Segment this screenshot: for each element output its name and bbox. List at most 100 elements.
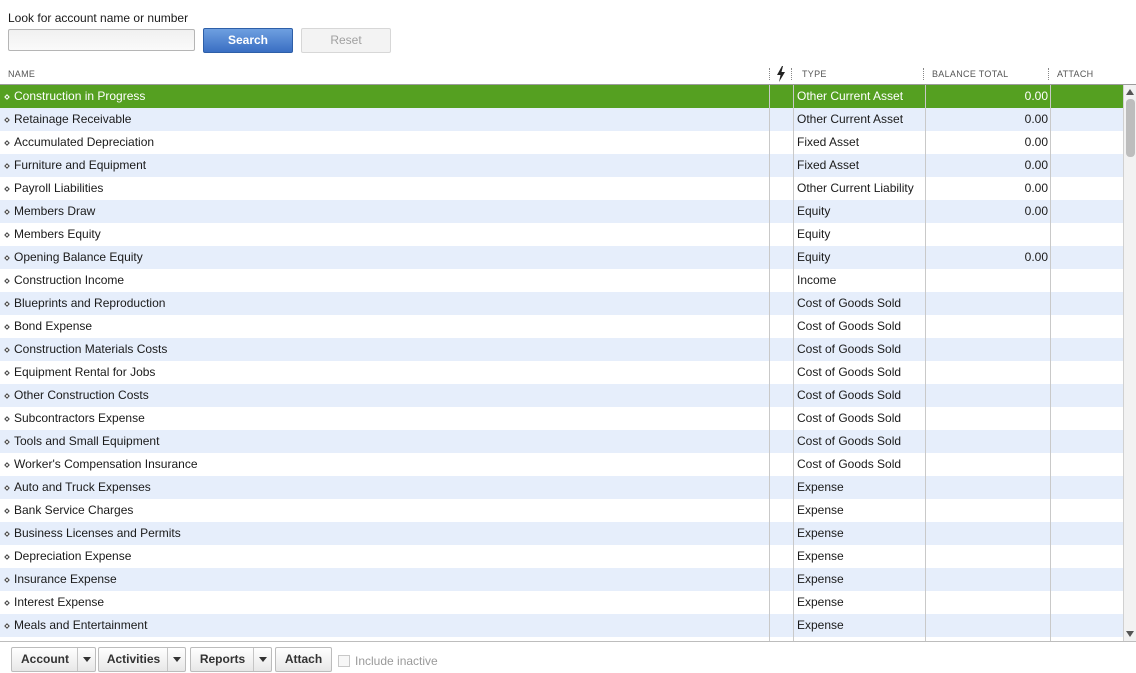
scroll-up-icon[interactable] bbox=[1126, 89, 1134, 95]
diamond-bullet-icon bbox=[4, 347, 10, 353]
table-row[interactable]: Subcontractors Expense Cost of Goods Sold bbox=[0, 407, 1123, 430]
account-balance: 0.00 bbox=[1024, 181, 1048, 195]
table-row[interactable]: Members Equity Equity bbox=[0, 223, 1123, 246]
table-row[interactable]: Interest Expense Expense bbox=[0, 591, 1123, 614]
account-menu-button[interactable]: Account bbox=[11, 647, 96, 672]
account-type: Expense bbox=[797, 480, 844, 494]
account-type: Cost of Goods Sold bbox=[797, 342, 902, 356]
activities-button-label: Activities bbox=[106, 652, 161, 666]
column-separator[interactable] bbox=[1048, 68, 1051, 80]
diamond-bullet-icon bbox=[4, 117, 10, 123]
account-name: Accumulated Depreciation bbox=[14, 135, 155, 149]
diamond-bullet-icon bbox=[4, 600, 10, 606]
chevron-down-icon[interactable] bbox=[167, 648, 185, 671]
table-row[interactable]: Retainage Receivable Other Current Asset 0… bbox=[0, 108, 1123, 131]
chevron-down-icon[interactable] bbox=[77, 648, 95, 671]
scroll-down-icon[interactable] bbox=[1126, 631, 1134, 637]
account-type: Cost of Goods Sold bbox=[797, 411, 902, 425]
account-balance: 0.00 bbox=[1024, 112, 1048, 126]
account-name: Members Draw bbox=[14, 204, 96, 218]
account-name: Construction Materials Costs bbox=[14, 342, 168, 356]
account-type: Other Current Liability bbox=[797, 181, 914, 195]
account-type: Equity bbox=[797, 227, 831, 241]
account-name: Bond Expense bbox=[14, 319, 93, 333]
chevron-down-icon[interactable] bbox=[253, 648, 271, 671]
table-row[interactable]: Bank Service Charges Expense bbox=[0, 499, 1123, 522]
activities-menu-button[interactable]: Activities bbox=[98, 647, 186, 672]
account-balance: 0.00 bbox=[1024, 204, 1048, 218]
account-name: Meals and Entertainment bbox=[14, 618, 148, 632]
table-row[interactable]: Construction Income Income bbox=[0, 269, 1123, 292]
account-list: Construction in Progress Other Current As… bbox=[0, 85, 1123, 641]
account-balance: 0.00 bbox=[1024, 250, 1048, 264]
column-divider bbox=[769, 85, 770, 641]
diamond-bullet-icon bbox=[4, 439, 10, 445]
diamond-bullet-icon bbox=[4, 232, 10, 238]
table-row[interactable]: Depreciation Expense Expense bbox=[0, 545, 1123, 568]
account-name: Construction in Progress bbox=[14, 89, 146, 103]
reports-menu-button[interactable]: Reports bbox=[190, 647, 272, 672]
column-header-name[interactable]: NAME bbox=[8, 69, 35, 79]
account-type: Cost of Goods Sold bbox=[797, 388, 902, 402]
table-row[interactable]: Payroll Liabilities Other Current Liabili… bbox=[0, 177, 1123, 200]
bottom-toolbar: Account Activities Reports Attach Includ… bbox=[0, 641, 1136, 673]
attach-button[interactable]: Attach bbox=[275, 647, 332, 672]
diamond-bullet-icon bbox=[4, 508, 10, 514]
table-row[interactable]: Members Draw Equity 0.00 bbox=[0, 200, 1123, 223]
lightning-bolt-icon[interactable] bbox=[775, 66, 787, 82]
table-row[interactable]: Construction in Progress Other Current As… bbox=[0, 85, 1123, 108]
table-row[interactable]: Worker's Compensation Insurance Cost of G… bbox=[0, 453, 1123, 476]
diamond-bullet-icon bbox=[4, 554, 10, 560]
table-row[interactable]: Auto and Truck Expenses Expense bbox=[0, 476, 1123, 499]
table-row[interactable]: Tools and Small Equipment Cost of Goods S… bbox=[0, 430, 1123, 453]
table-row[interactable]: Opening Balance Equity Equity 0.00 bbox=[0, 246, 1123, 269]
account-type: Expense bbox=[797, 526, 844, 540]
table-row[interactable]: Other Construction Costs Cost of Goods So… bbox=[0, 384, 1123, 407]
diamond-bullet-icon bbox=[4, 370, 10, 376]
account-balance: 0.00 bbox=[1024, 89, 1048, 103]
table-row[interactable]: Bond Expense Cost of Goods Sold bbox=[0, 315, 1123, 338]
table-row[interactable]: Business Licenses and Permits Expense bbox=[0, 522, 1123, 545]
account-type: Equity bbox=[797, 204, 831, 218]
scrollbar-thumb[interactable] bbox=[1126, 99, 1135, 157]
account-name: Auto and Truck Expenses bbox=[14, 480, 151, 494]
column-separator[interactable] bbox=[923, 68, 926, 80]
account-type: Expense bbox=[797, 503, 844, 517]
column-header-type[interactable]: TYPE bbox=[802, 69, 827, 79]
account-name: Furniture and Equipment bbox=[14, 158, 147, 172]
column-header-balance[interactable]: BALANCE TOTAL bbox=[932, 69, 1008, 79]
account-type: Other Current Asset bbox=[797, 112, 904, 126]
table-row[interactable]: Blueprints and Reproduction Cost of Goods… bbox=[0, 292, 1123, 315]
account-type: Cost of Goods Sold bbox=[797, 365, 902, 379]
column-separator[interactable] bbox=[769, 68, 772, 80]
column-separator[interactable] bbox=[791, 68, 794, 80]
column-header-attach[interactable]: ATTACH bbox=[1057, 69, 1093, 79]
table-row[interactable]: Accumulated Depreciation Fixed Asset 0.00 bbox=[0, 131, 1123, 154]
diamond-bullet-icon bbox=[4, 278, 10, 284]
include-inactive-checkbox[interactable] bbox=[338, 655, 350, 667]
vertical-scrollbar[interactable] bbox=[1123, 85, 1136, 641]
account-name: Blueprints and Reproduction bbox=[14, 296, 166, 310]
diamond-bullet-icon bbox=[4, 462, 10, 468]
account-type: Fixed Asset bbox=[797, 135, 860, 149]
search-input[interactable] bbox=[8, 29, 195, 51]
table-row[interactable]: Construction Materials Costs Cost of Good… bbox=[0, 338, 1123, 361]
diamond-bullet-icon bbox=[4, 393, 10, 399]
diamond-bullet-icon bbox=[4, 623, 10, 629]
reset-button[interactable]: Reset bbox=[301, 28, 391, 53]
account-name: Payroll Liabilities bbox=[14, 181, 104, 195]
account-name: Members Equity bbox=[14, 227, 101, 241]
table-row[interactable]: Furniture and Equipment Fixed Asset 0.00 bbox=[0, 154, 1123, 177]
diamond-bullet-icon bbox=[4, 255, 10, 261]
account-name: Opening Balance Equity bbox=[14, 250, 143, 264]
table-row[interactable]: Insurance Expense Expense bbox=[0, 568, 1123, 591]
column-divider bbox=[925, 85, 926, 641]
diamond-bullet-icon bbox=[4, 186, 10, 192]
column-header: NAME TYPE BALANCE TOTAL ATTACH bbox=[0, 63, 1136, 85]
table-row[interactable]: Equipment Rental for Jobs Cost of Goods S… bbox=[0, 361, 1123, 384]
table-row[interactable]: Meals and Entertainment Expense bbox=[0, 614, 1123, 637]
account-type: Expense bbox=[797, 549, 844, 563]
account-name: Worker's Compensation Insurance bbox=[14, 457, 198, 471]
search-button[interactable]: Search bbox=[203, 28, 293, 53]
account-type: Fixed Asset bbox=[797, 158, 860, 172]
